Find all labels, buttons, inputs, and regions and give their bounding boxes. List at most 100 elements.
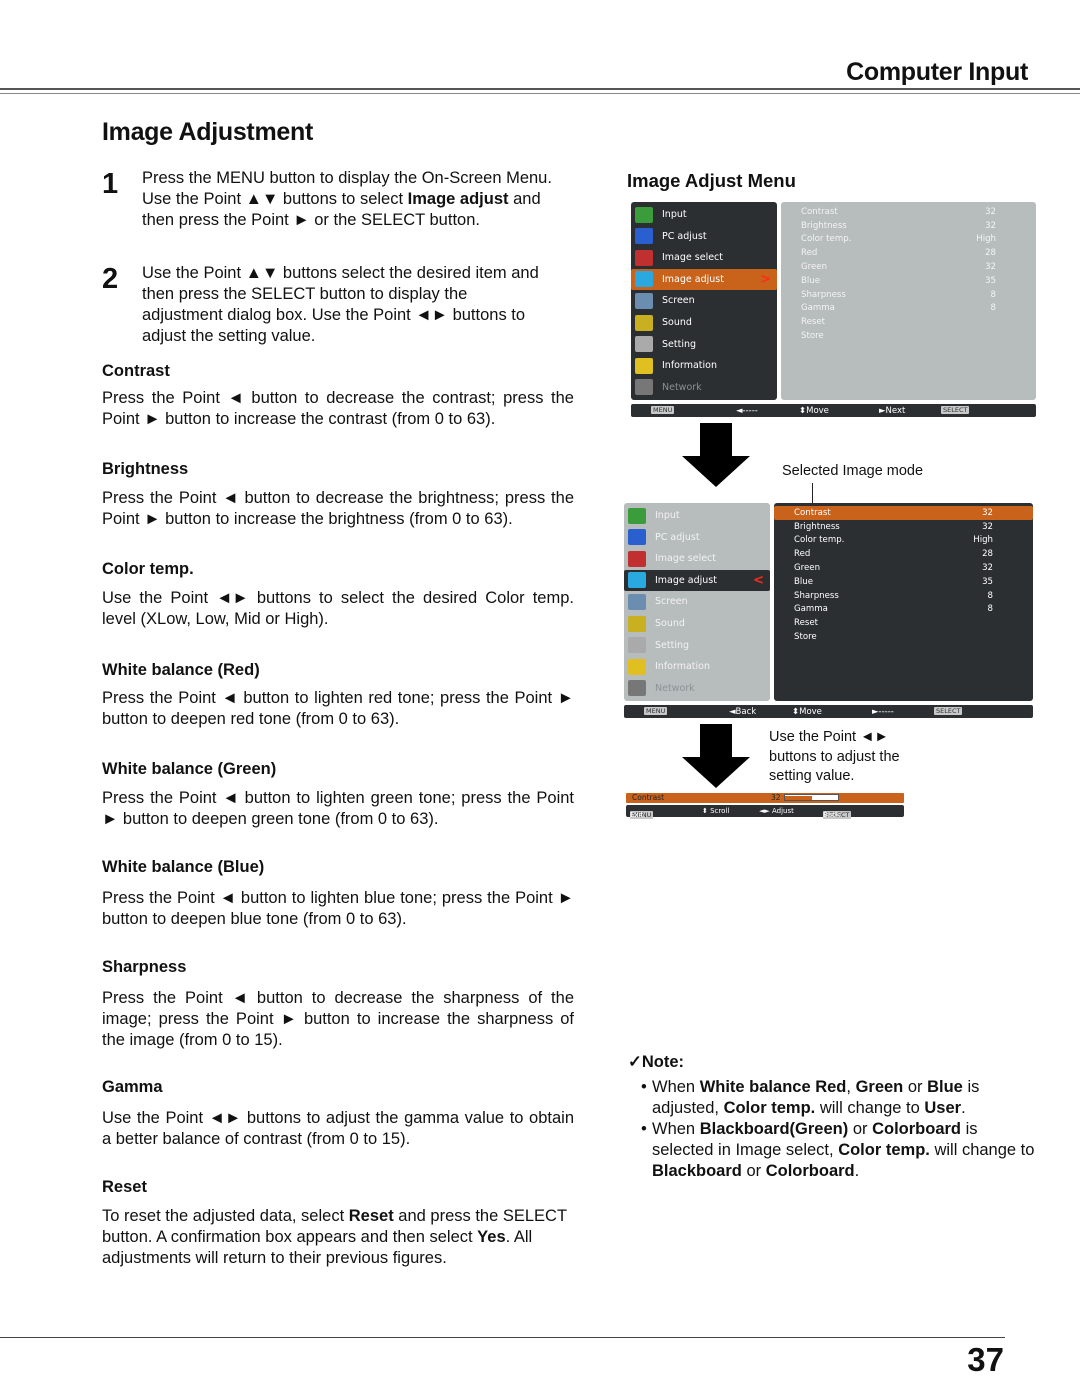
down-arrow-icon bbox=[682, 423, 750, 487]
section-heading: White balance (Red) bbox=[102, 661, 260, 679]
section-heading: Brightness bbox=[102, 460, 189, 478]
osd-menu-label: Image adjust bbox=[662, 273, 724, 285]
osd-menu-item[interactable]: Image adjust > bbox=[631, 268, 777, 290]
osd-setting-row[interactable]: Red 28 bbox=[781, 246, 1036, 260]
setting-name: Reset bbox=[801, 317, 826, 328]
setting-name: Red bbox=[801, 248, 818, 259]
adjust-hint: ◄► Adjust bbox=[759, 807, 794, 815]
setting-value: 28 bbox=[982, 549, 993, 560]
page-number: 37 bbox=[967, 1341, 1004, 1378]
setting-name: Green bbox=[801, 262, 828, 273]
section-text: Press the Point ◄ button to lighten red … bbox=[102, 689, 574, 728]
osd-setting-row[interactable]: Sharpness 8 bbox=[781, 288, 1036, 302]
chevron-left-icon: < bbox=[753, 572, 764, 588]
callout-line bbox=[812, 483, 813, 503]
osd-menu-item[interactable]: PC adjust bbox=[624, 527, 770, 548]
osd-setting-row[interactable]: Gamma 8 bbox=[774, 603, 1033, 617]
left-hint: ◄----- bbox=[736, 405, 758, 416]
osd-setting-row[interactable]: Sharpness 8 bbox=[774, 589, 1033, 603]
osd-menu-item[interactable]: Information bbox=[624, 656, 770, 677]
osd-setting-row[interactable]: Reset bbox=[781, 315, 1036, 329]
osd-menu-item[interactable]: Image adjust < bbox=[624, 569, 770, 591]
setting-value: 32 bbox=[985, 220, 996, 231]
network-icon bbox=[635, 379, 653, 396]
osd-menu-item[interactable]: Image select bbox=[631, 247, 777, 268]
setting-name: Reset bbox=[794, 618, 819, 629]
setting-name: Blue bbox=[794, 576, 814, 587]
note-heading: ✓Note: bbox=[628, 1053, 684, 1071]
osd-menu-label: PC adjust bbox=[655, 531, 700, 543]
osd-menu-item[interactable]: Setting bbox=[624, 635, 770, 656]
adjust-caption: Use the Point ◄► buttons to adjust the s… bbox=[769, 729, 900, 784]
page-title: Image Adjustment bbox=[102, 118, 313, 146]
note-text: When Blackboard(Green) or Colorboard is … bbox=[652, 1120, 1035, 1180]
setting-name: Contrast bbox=[794, 507, 831, 518]
osd-menu-label: Information bbox=[662, 360, 717, 372]
setting-name: Sharpness bbox=[801, 289, 846, 300]
osd-menu-item[interactable]: Sound bbox=[631, 312, 777, 333]
osd-menu-item[interactable]: Screen bbox=[624, 591, 770, 612]
sound-icon bbox=[628, 615, 646, 632]
osd-menu-item[interactable]: Screen bbox=[631, 290, 777, 311]
contrast-adjust-dialog: Contrast 32 bbox=[626, 793, 904, 803]
section-text: Press the Point ◄ button to decrease the… bbox=[102, 489, 574, 528]
osd-menu-item[interactable]: Network bbox=[624, 678, 770, 699]
osd-setting-row[interactable]: Gamma 8 bbox=[781, 302, 1036, 316]
slider-fill bbox=[785, 796, 813, 800]
contrast-slider[interactable] bbox=[784, 794, 839, 801]
sound-icon bbox=[635, 314, 653, 331]
osd-setting-row[interactable]: Brightness 32 bbox=[781, 219, 1036, 233]
osd-menu-item[interactable]: Input bbox=[631, 204, 777, 225]
osd-menu-item[interactable]: Image select bbox=[624, 548, 770, 569]
section-text: Press the Point ◄ button to decrease the… bbox=[102, 389, 574, 428]
select-hint: SELECTNext bbox=[934, 706, 963, 717]
osd-setting-row[interactable]: Blue 35 bbox=[781, 274, 1036, 288]
setting-value: 32 bbox=[985, 206, 996, 217]
setting-name: Gamma bbox=[794, 604, 828, 615]
osd-setting-row[interactable]: Green 32 bbox=[774, 561, 1033, 575]
osd-setting-row[interactable]: Red 28 bbox=[774, 547, 1033, 561]
osd-setting-row[interactable]: Store bbox=[774, 630, 1033, 644]
osd-setting-row[interactable]: Contrast 32 bbox=[781, 205, 1036, 219]
setting-name: Brightness bbox=[794, 521, 840, 532]
osd-setting-row[interactable]: Color temp. High bbox=[781, 233, 1036, 247]
osd-setting-row[interactable]: Store bbox=[781, 329, 1036, 343]
section-text: Use the Point ◄► buttons to select the d… bbox=[102, 589, 574, 628]
osd-menu-item[interactable]: Information bbox=[631, 355, 777, 376]
section-heading: White balance (Green) bbox=[102, 760, 277, 778]
osd-setting-row[interactable]: Color temp. High bbox=[774, 534, 1033, 548]
setting-value: 32 bbox=[982, 521, 993, 532]
osd-menu-item[interactable]: Setting bbox=[631, 334, 777, 355]
setting-name: Blue bbox=[801, 275, 821, 286]
step-text: Press the MENU button to display the On-… bbox=[142, 169, 552, 229]
osd-setting-row[interactable]: Green 32 bbox=[781, 260, 1036, 274]
input-icon bbox=[628, 507, 646, 524]
setting-name: Color temp. bbox=[794, 535, 845, 546]
osd-menu-label: Image adjust bbox=[655, 574, 717, 586]
osd-setting-row[interactable]: Blue 35 bbox=[774, 575, 1033, 589]
move-hint: ⬍Move bbox=[792, 706, 822, 717]
setting-value: 8 bbox=[987, 604, 993, 615]
osd-setting-row[interactable]: Contrast 32 bbox=[774, 506, 1033, 520]
osd-menu-item[interactable]: Input bbox=[624, 505, 770, 526]
setting-name: Red bbox=[794, 549, 811, 560]
osd-menu-item[interactable]: Sound bbox=[624, 613, 770, 634]
osd-menu-label: Sound bbox=[655, 618, 685, 629]
information-icon bbox=[635, 357, 653, 374]
osd-menu-item[interactable]: PC adjust bbox=[631, 226, 777, 247]
osd-setting-row[interactable]: Reset bbox=[774, 616, 1033, 630]
pc-adjust-icon bbox=[628, 529, 646, 546]
osd-status-bar: MENUExit ◄Back ⬍Move ►----- SELECTNext bbox=[624, 705, 1033, 718]
osd-menu-item[interactable]: Network bbox=[631, 377, 777, 398]
next-hint: ►Next bbox=[879, 405, 906, 416]
osd-menu-label: Screen bbox=[662, 295, 695, 307]
setting-value: 32 bbox=[985, 262, 996, 273]
setting-name: Contrast bbox=[801, 206, 838, 217]
information-icon bbox=[628, 658, 646, 675]
osd-setting-row[interactable]: Brightness 32 bbox=[774, 520, 1033, 534]
image-select-icon bbox=[628, 550, 646, 567]
section-heading: Color temp. bbox=[102, 560, 194, 578]
osd-menu-label: Image select bbox=[655, 553, 716, 565]
bullet: • bbox=[641, 1078, 647, 1096]
image-adjust-icon bbox=[628, 572, 646, 589]
